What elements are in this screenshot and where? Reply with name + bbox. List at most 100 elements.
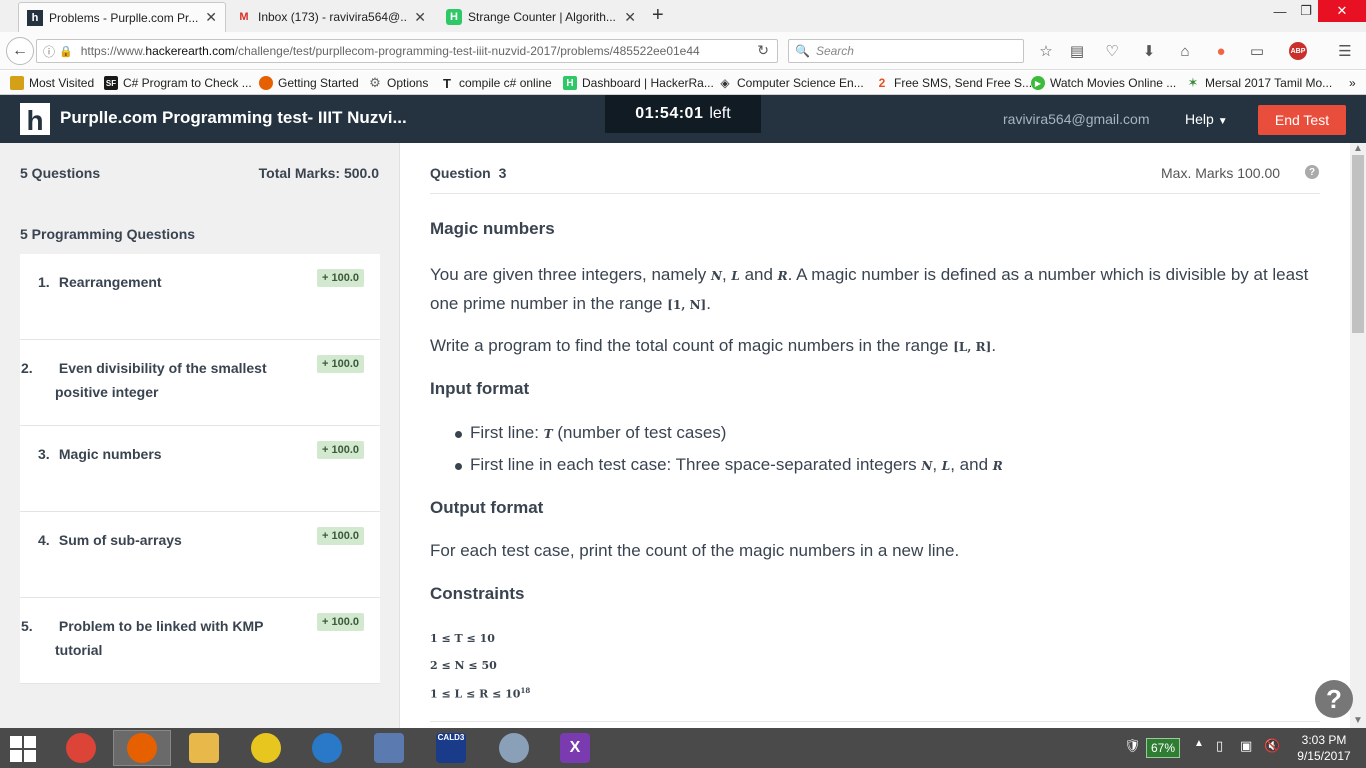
programming-heading: 5 Programming Questions bbox=[20, 226, 196, 242]
reload-icon[interactable]: ↻ bbox=[757, 42, 769, 59]
test-title: Purplle.com Programming test- IIIT Nuzvi… bbox=[60, 108, 407, 127]
volume-muted-icon[interactable]: 🔇 bbox=[1264, 738, 1280, 754]
scroll-up-icon[interactable]: ▲ bbox=[1353, 143, 1363, 154]
magnifier-icon bbox=[499, 733, 529, 763]
constraints-heading: Constraints bbox=[430, 584, 525, 603]
question-title: Rearrangement bbox=[58, 274, 162, 290]
pocket-icon[interactable]: ♡ bbox=[1101, 40, 1123, 62]
question-heading: Question 3 bbox=[430, 165, 507, 181]
bookmark-mersal[interactable]: ✶ Mersal 2017 Tamil Mo... bbox=[1186, 74, 1333, 92]
tab-problems[interactable]: h Problems - Purplle.com Pr... ✕ bbox=[18, 2, 226, 32]
bookmark-compile-csharp[interactable]: Tcompile c# online bbox=[440, 74, 552, 92]
bookmark-csharp-program[interactable]: SF C# Program to Check ... bbox=[104, 74, 252, 92]
marks-badge: + 100.0 bbox=[316, 269, 364, 287]
sync-icon[interactable]: ▭ bbox=[1246, 40, 1268, 62]
question-item-2[interactable]: 2. Even divisibility of the smallest pos… bbox=[20, 340, 380, 426]
home-icon[interactable]: ⌂ bbox=[1174, 40, 1196, 62]
search-placeholder: Search bbox=[815, 44, 854, 58]
list-item: First line: T (number of test cases) bbox=[455, 421, 1315, 453]
shield-icon[interactable]: 🛡 bbox=[1124, 738, 1141, 754]
colors-icon[interactable]: ● bbox=[1210, 40, 1232, 62]
close-window-icon[interactable]: ✕ bbox=[1318, 0, 1366, 22]
taskbar-firefox[interactable] bbox=[113, 730, 171, 766]
play-icon: ▶ bbox=[1031, 76, 1045, 90]
download-icon[interactable]: ⬇ bbox=[1138, 40, 1160, 62]
bookmark-computer-science[interactable]: ◈ Computer Science En... bbox=[718, 74, 863, 92]
hackerrank-icon: H bbox=[563, 76, 577, 90]
menu-icon[interactable]: ☰ bbox=[1334, 40, 1356, 62]
url-text[interactable]: https://www.hackerearth.com/challenge/te… bbox=[81, 44, 731, 58]
input-format-list: First line: T (number of test cases) Fir… bbox=[455, 421, 1315, 485]
bookmarks-overflow[interactable]: » bbox=[1349, 74, 1356, 92]
adblock-icon[interactable]: ABP bbox=[1284, 40, 1312, 62]
close-icon[interactable]: ✕ bbox=[624, 9, 636, 26]
tab-label: Problems - Purplle.com Pr... bbox=[49, 10, 199, 25]
help-dropdown[interactable]: Help ▼ bbox=[1185, 111, 1228, 127]
problem-task: Write a program to find the total count … bbox=[430, 336, 997, 355]
question-list: 1. Rearrangement + 100.0 2. Even divisib… bbox=[20, 254, 380, 684]
folder-icon bbox=[10, 76, 24, 90]
constraint-n: 2 ≤ N ≤ 50 bbox=[430, 659, 497, 672]
question-item-3[interactable]: 3. Magic numbers + 100.0 bbox=[20, 426, 380, 512]
taskbar-chrome[interactable] bbox=[52, 730, 110, 766]
taskbar-file-explorer[interactable] bbox=[175, 730, 233, 766]
search-input[interactable]: 🔍 Search bbox=[788, 39, 1024, 63]
windows-taskbar: CALD3 X 🛡 67% ▲ ▯ ▣ 🔇 3:03 PM 9/15/2017 bbox=[0, 728, 1366, 768]
marks-badge: + 100.0 bbox=[316, 355, 364, 373]
bookmark-most-visited[interactable]: Most Visited bbox=[10, 74, 94, 92]
scroll-thumb[interactable] bbox=[1352, 155, 1364, 333]
tab-inbox[interactable]: M Inbox (173) - ravivira564@... ✕ bbox=[228, 2, 434, 32]
t-icon: T bbox=[443, 75, 451, 91]
question-panel: Question 3 Max. Marks 100.00 ? Magic numb… bbox=[400, 143, 1350, 728]
bookmark-free-sms[interactable]: 2 Free SMS, Send Free S... bbox=[875, 74, 1032, 92]
taskbar-cald3[interactable]: CALD3 bbox=[422, 730, 480, 766]
taskbar-x-app[interactable]: X bbox=[546, 730, 604, 766]
bookmark-options[interactable]: ⚙ Options bbox=[368, 74, 428, 92]
input-format-heading: Input format bbox=[430, 379, 530, 398]
windows-start-icon[interactable] bbox=[10, 736, 38, 762]
hackerearth-logo[interactable]: h bbox=[20, 103, 50, 135]
total-marks: Total Marks: 500.0 bbox=[258, 165, 379, 181]
scroll-down-icon[interactable]: ▼ bbox=[1353, 715, 1363, 726]
bookmark-watch-movies[interactable]: ▶ Watch Movies Online ... bbox=[1031, 74, 1176, 92]
timer: 01:54:01 left bbox=[605, 95, 761, 133]
system-clock[interactable]: 3:03 PM 9/15/2017 bbox=[1292, 732, 1356, 764]
device-icon[interactable]: ▯ bbox=[1216, 738, 1223, 754]
clock-time: 3:03 PM bbox=[1301, 733, 1347, 747]
battery-indicator[interactable]: 67% bbox=[1146, 738, 1181, 758]
tray-expand-icon[interactable]: ▲ bbox=[1194, 738, 1204, 749]
question-item-1[interactable]: 1. Rearrangement + 100.0 bbox=[20, 254, 380, 340]
network-icon[interactable]: ▣ bbox=[1240, 738, 1252, 754]
timer-value: 01:54:01 bbox=[635, 105, 704, 122]
max-marks: Max. Marks 100.00 bbox=[1161, 165, 1281, 181]
url-bar[interactable]: ⓘ 🔒 https://www.hackerearth.com/challeng… bbox=[36, 39, 778, 63]
timer-suffix: left bbox=[709, 105, 731, 122]
question-help-icon[interactable]: ? bbox=[1305, 165, 1319, 179]
page-scrollbar[interactable]: ▲ ▼ bbox=[1350, 143, 1366, 728]
back-arrow-icon[interactable]: ← bbox=[6, 37, 34, 65]
taskbar-computer[interactable] bbox=[360, 730, 418, 766]
close-icon[interactable]: ✕ bbox=[205, 9, 217, 26]
reading-list-icon[interactable]: ▤ bbox=[1066, 40, 1088, 62]
marks-badge: + 100.0 bbox=[316, 441, 364, 459]
taskbar-magnifier[interactable] bbox=[485, 730, 543, 766]
end-test-button[interactable]: End Test bbox=[1258, 105, 1346, 135]
gmail-icon: M bbox=[239, 11, 249, 23]
minimize-icon[interactable]: — bbox=[1268, 0, 1292, 22]
floating-help-icon[interactable]: ? bbox=[1315, 680, 1353, 718]
bookmark-hackerrank-dashboard[interactable]: H Dashboard | HackerRa... bbox=[563, 74, 714, 92]
taskbar-globe[interactable] bbox=[298, 730, 356, 766]
question-item-4[interactable]: 4. Sum of sub-arrays + 100.0 bbox=[20, 512, 380, 598]
tab-strange-counter[interactable]: H Strange Counter | Algorith... ✕ bbox=[438, 2, 644, 32]
new-tab-icon[interactable]: + bbox=[652, 4, 664, 27]
bookmark-getting-started[interactable]: Getting Started bbox=[259, 74, 359, 92]
question-item-5[interactable]: 5. Problem to be linked with KMP tutoria… bbox=[20, 598, 380, 684]
star-icon[interactable]: ☆ bbox=[1035, 40, 1057, 62]
question-title: Problem to be linked with KMP tutorial bbox=[55, 618, 264, 658]
restore-icon[interactable]: ❐ bbox=[1294, 0, 1318, 22]
eye-icon: ◈ bbox=[720, 76, 730, 90]
taskbar-pikachu[interactable] bbox=[237, 730, 295, 766]
info-icon[interactable]: ⓘ bbox=[43, 43, 55, 60]
close-icon[interactable]: ✕ bbox=[414, 9, 426, 26]
divider bbox=[430, 721, 1320, 722]
